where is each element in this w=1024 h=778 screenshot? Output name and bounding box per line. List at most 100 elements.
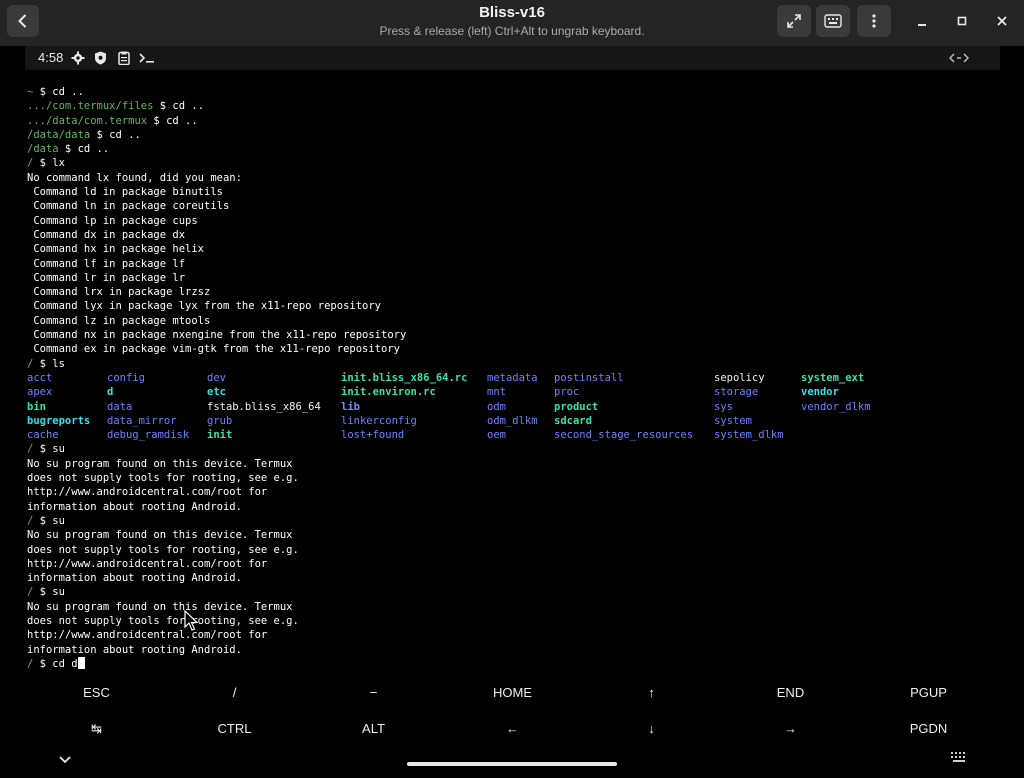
close-icon [997,16,1007,26]
output-line: does not supply tools for rooting, see e… [27,472,299,485]
ls-entry: metadata [487,371,538,384]
window-titlebar: Bliss-v16 Press & release (left) Ctrl+Al… [0,0,1024,46]
output-line: Command lp in package cups [27,214,198,227]
prompt-line: .../data/com.termux $ cd .. [27,114,997,128]
prompt-line: ~ $ cd .. [27,85,997,99]
ls-entry: sdcard [554,414,592,427]
ls-entry: bin [27,400,46,413]
terminal-output[interactable]: ~ $ cd .. .../com.termux/files $ cd .....… [27,85,997,675]
output-line: No command lx found, did you mean: [27,171,242,184]
output-line: No su program found on this device. Term… [27,529,293,542]
shield-icon [94,51,107,65]
ls-entry: system_ext [801,371,865,384]
keyboard-arrows-icon [949,51,969,65]
android-status-bar: 4:58 [25,46,1000,70]
extra-key[interactable]: PGUP [859,685,998,700]
ls-entry: product [554,400,599,413]
prompt-line: / $ lx [27,156,997,170]
extra-key[interactable]: ← [443,721,582,736]
ls-entry: postinstall [554,371,624,384]
prompt-line: / $ ls [27,357,997,371]
keyboard-icon [824,14,842,28]
minimize-icon [918,24,926,26]
ls-entry: data [107,400,133,413]
extra-key[interactable]: ALT [304,721,443,736]
minimize-button[interactable] [910,9,934,33]
output-line: Command lrx in package lrzsz [27,286,211,299]
ls-entry: mnt [487,386,506,399]
prompt-path: .../data/com.termux [27,114,148,127]
extra-key[interactable]: → [721,721,860,736]
extra-key[interactable]: ↑ [582,685,721,700]
keyboard-icon[interactable] [950,748,968,767]
extra-key[interactable]: − [304,685,443,700]
extra-key[interactable]: ↓ [582,721,721,736]
ls-entry: lib [341,400,360,413]
maximize-icon [957,16,967,26]
output-line: Command ex in package vim-gtk from the x… [27,343,400,356]
prompt-command: $ su [33,586,65,599]
output-line: information about rooting Android. [27,643,242,656]
extra-key[interactable]: ↹ [27,721,166,737]
ls-entry: system_dlkm [714,429,784,442]
output-line: Command lf in package lf [27,257,186,270]
output-line: Command ln in package coreutils [27,200,230,213]
prompt-path: /data/data [27,128,91,141]
ls-entry: dev [207,371,226,384]
extra-key[interactable]: / [165,685,304,700]
prompt-line: / $ su [27,514,997,528]
maximize-button[interactable] [950,9,974,33]
menu-button[interactable] [857,5,891,37]
output-line: http://www.androidcentral.com/root for [27,486,268,499]
output-line: does not supply tools for rooting, see e… [27,543,299,556]
prompt-command: $ cd .. [33,86,84,98]
extra-key[interactable]: HOME [443,685,582,700]
output-line: No su program found on this device. Term… [27,457,293,470]
ls-entry: system [714,414,752,427]
extra-key[interactable]: CTRL [165,721,304,736]
ls-entry: init.bliss_x86_64.rc [341,371,468,384]
output-line: Command lz in package mtools [27,314,211,327]
prompt-line: .../com.termux/files $ cd .. [27,99,997,113]
output-line: Command nx in package nxengine from the … [27,329,407,342]
ls-entry: lost+found [341,429,405,442]
status-time: 4:58 [38,50,64,65]
prompt-line: / $ cd d [27,656,997,671]
output-line: No su program found on this device. Term… [27,600,293,613]
mouse-pointer-icon [184,610,198,631]
keyboard-button[interactable] [816,5,850,37]
output-line: http://www.androidcentral.com/root for [27,557,268,570]
prompt-command: $ cd .. [153,100,205,113]
extra-key[interactable]: PGDN [859,721,998,736]
extra-keys-bar: ESC / − HOME ↑ END PGUP ↹ CTRL ALT ← ↓ → PGDN [0,678,1024,748]
prompt-command: $ cd .. [147,114,198,127]
output-line: information about rooting Android. [27,500,242,513]
ls-entry: cache [27,429,59,442]
ls-entry: etc [207,386,226,399]
prompt-path: /data [27,143,59,156]
output-line: http://www.androidcentral.com/root for [27,629,268,642]
close-button[interactable] [990,9,1014,33]
ls-entry: fstab.bliss_x86_64 [207,400,321,413]
prompt-line: /data/data $ cd .. [27,128,997,142]
ls-row: bugreports data_mirror grub linkerconfig odm… [27,414,997,428]
ls-entry: apex [27,386,53,399]
extra-key[interactable]: ESC [27,685,166,700]
ls-entry: linkerconfig [341,414,417,427]
ls-entry: vendor_dlkm [801,400,871,413]
ls-row: cache debug_ramdisk init lost+found oem secon… [27,428,997,442]
prompt-command: $ cd d [33,657,78,670]
ls-entry: debug_ramdisk [107,429,190,442]
ls-entry: oem [487,429,506,442]
output-line: Command lyx in package lyx from the x11-… [27,300,382,313]
fullscreen-button[interactable] [777,5,811,37]
ls-entry: bugreports [27,414,91,427]
ls-entry: sepolicy [714,371,765,384]
output-line: Command hx in package helix [27,243,205,256]
text-cursor [77,656,85,669]
output-line: Command dx in package dx [27,228,186,241]
ls-row: acct config dev init.bliss_x86_64.rc metadat… [27,371,997,385]
chevron-down-icon[interactable] [58,750,72,769]
extra-key[interactable]: END [721,685,860,700]
home-gesture-handle[interactable] [407,762,617,766]
